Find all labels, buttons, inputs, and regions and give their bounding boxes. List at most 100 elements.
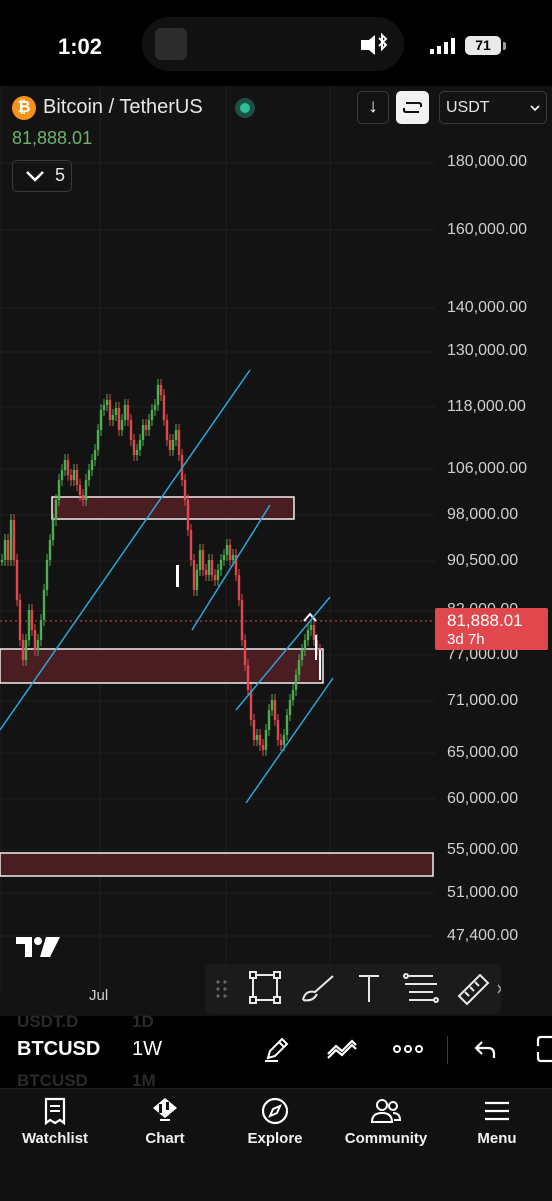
candle-body — [153, 405, 157, 410]
candle-body — [282, 735, 286, 745]
candle-body — [294, 675, 298, 690]
candle-body — [147, 420, 151, 430]
candle-body — [165, 420, 169, 440]
candle-body — [129, 420, 133, 440]
candle-body — [273, 700, 277, 720]
price-tick: 140,000.00 — [447, 299, 528, 316]
price-tick: 180,000.00 — [447, 153, 528, 170]
price-tick: 106,000.00 — [447, 460, 528, 477]
drag-handle-icon[interactable] — [216, 980, 227, 998]
candle-body — [24, 640, 28, 660]
candle-body — [252, 720, 256, 740]
candle-body — [210, 560, 214, 575]
candle-body — [99, 410, 103, 430]
candle-body — [201, 550, 205, 570]
tab-chart[interactable]: Chart — [118, 1090, 212, 1160]
chart-type-icon[interactable] — [326, 1036, 358, 1062]
zone-rectangle — [0, 648, 324, 684]
candle-body — [132, 440, 136, 455]
candle-body — [270, 700, 274, 710]
candle-body — [30, 610, 34, 630]
candlestick-series — [0, 379, 322, 756]
menu-icon — [485, 1101, 509, 1121]
candle-body — [78, 485, 82, 495]
candle-body — [249, 690, 253, 720]
candle-body — [144, 425, 148, 430]
candle-body — [60, 470, 64, 480]
tab-label: Explore — [247, 1130, 303, 1147]
rectangle-icon[interactable] — [249, 971, 281, 1004]
more-icon[interactable] — [392, 1042, 424, 1056]
layout-icon[interactable] — [535, 1034, 552, 1064]
candle-body — [15, 560, 19, 600]
candle-body — [189, 530, 193, 560]
previous-symbol[interactable]: USDT.D — [17, 1012, 78, 1032]
candle-body — [237, 575, 241, 600]
price-tick: 98,000.00 — [447, 506, 519, 523]
undo-icon[interactable] — [472, 1036, 498, 1062]
price-tick: 90,500.00 — [447, 552, 519, 569]
candle-body — [87, 470, 91, 480]
bluetooth-icon — [361, 32, 388, 55]
candle-body — [276, 720, 280, 740]
explore-icon — [261, 1097, 289, 1125]
now-playing-thumbnail — [155, 28, 187, 60]
previous-interval[interactable]: 1D — [132, 1012, 154, 1032]
candle-body — [159, 385, 163, 395]
candle-body — [183, 480, 187, 500]
candle-body — [258, 735, 262, 745]
candle-body — [297, 660, 301, 675]
candle-body — [33, 630, 37, 650]
candle-body — [213, 575, 217, 580]
community-icon — [370, 1099, 402, 1123]
text-icon[interactable] — [359, 975, 379, 1002]
status-time: 1:02 — [58, 34, 103, 59]
candle-body — [300, 650, 304, 660]
pen-icon[interactable] — [262, 1034, 292, 1064]
candle-body — [288, 700, 292, 715]
candle-body — [90, 460, 94, 470]
price-tick: 60,000.00 — [447, 790, 519, 807]
candle-body — [117, 408, 121, 430]
tab-watchlist[interactable]: Watchlist — [8, 1090, 102, 1160]
ruler-icon[interactable] — [457, 973, 490, 1006]
watchlist-icon — [44, 1097, 66, 1126]
fib-icon[interactable] — [403, 973, 439, 1003]
candle-body — [12, 520, 16, 560]
symbol-selector[interactable]: BTCUSD — [17, 1038, 100, 1061]
price-tick: 65,000.00 — [447, 744, 519, 761]
tab-explore[interactable]: Explore — [228, 1090, 322, 1160]
tab-menu[interactable]: Menu — [450, 1090, 544, 1160]
candle-body — [261, 745, 265, 750]
candle-body — [27, 610, 31, 640]
cycle-icon[interactable] — [396, 91, 429, 124]
candle-body — [108, 400, 112, 420]
support-resistance-zones[interactable] — [0, 496, 434, 877]
zone-rectangle — [51, 496, 295, 520]
candle-body — [42, 590, 46, 620]
symbol-title[interactable]: Bitcoin / TetherUS — [43, 96, 203, 119]
chevron-right-icon[interactable] — [497, 984, 502, 994]
price-tick: 51,000.00 — [447, 884, 519, 901]
candle-body — [96, 430, 100, 450]
candle-body — [21, 640, 25, 660]
candle-body — [54, 500, 58, 520]
arrow-down-icon[interactable]: ↓ — [357, 91, 389, 124]
time-tick: Jul — [89, 987, 109, 1004]
price-tick: 130,000.00 — [447, 342, 528, 359]
last-price: 81,888.01 — [12, 128, 93, 148]
interval-selector[interactable]: 1W — [132, 1038, 162, 1061]
brush-icon[interactable] — [302, 975, 334, 1002]
candle-body — [3, 540, 7, 560]
candle-body — [168, 440, 172, 450]
candle-body — [39, 620, 43, 640]
candle-body — [45, 560, 49, 590]
zone-rectangle — [0, 852, 434, 877]
candle-body — [81, 495, 85, 500]
price-tick: 71,000.00 — [447, 692, 519, 709]
tab-label: Menu — [477, 1130, 517, 1147]
bar-countdown: 3d 7h — [447, 631, 485, 648]
tab-community[interactable]: Community — [336, 1090, 436, 1160]
chevron-down-icon — [530, 105, 540, 112]
candle-body — [72, 470, 76, 480]
